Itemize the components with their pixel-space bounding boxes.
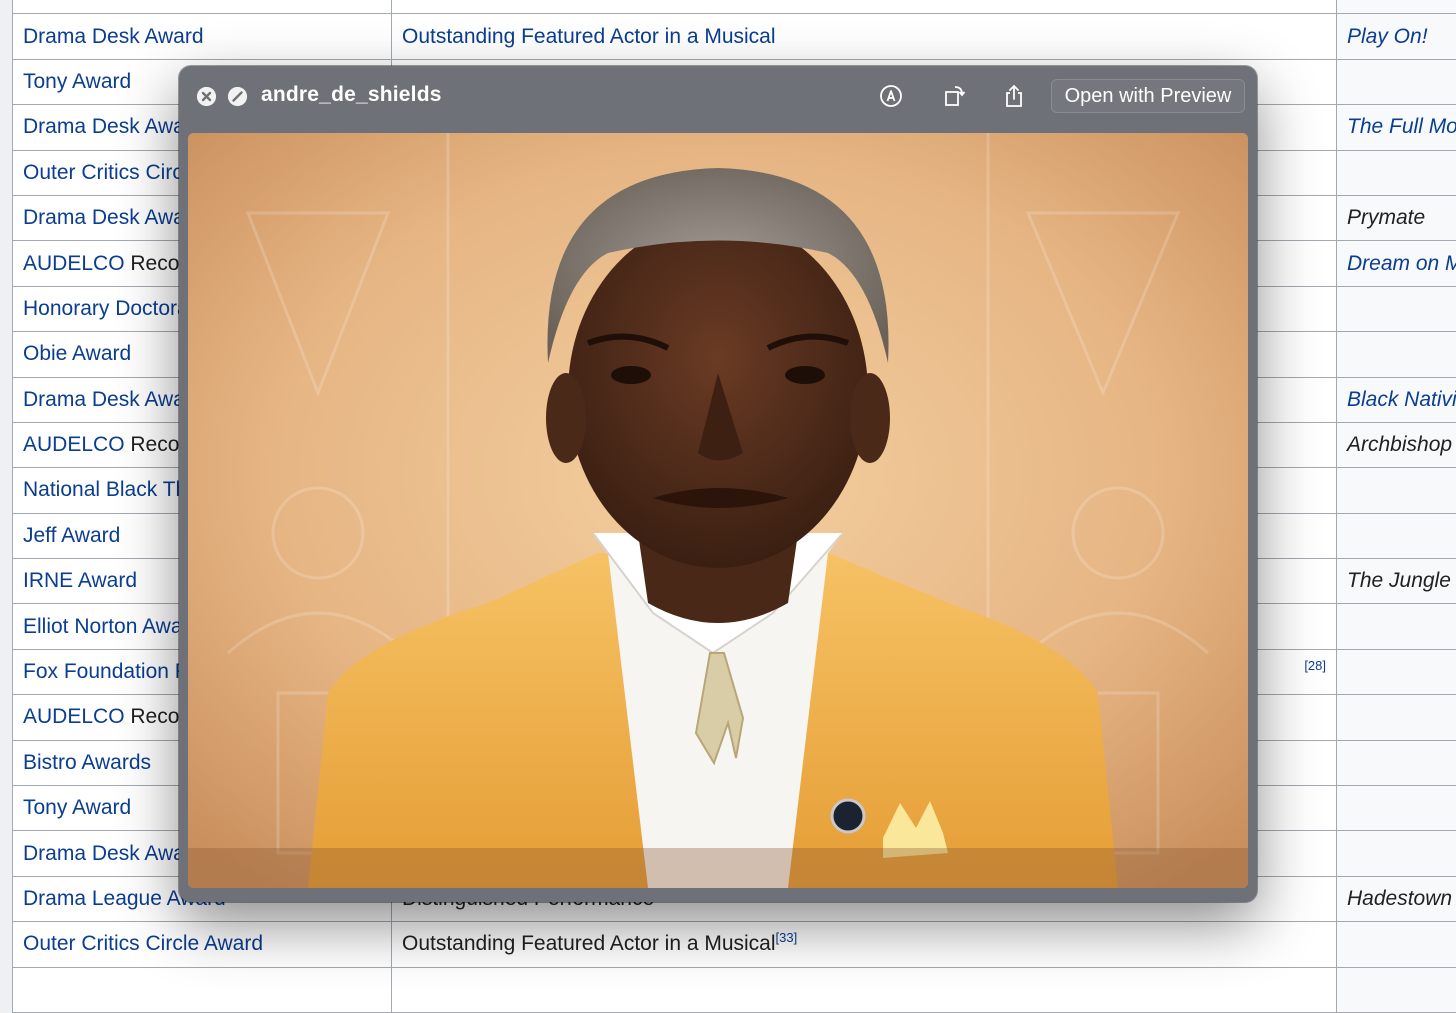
- work-cell: [1337, 59, 1456, 104]
- award-link[interactable]: Tony Award: [23, 70, 131, 93]
- work-cell: [1337, 649, 1456, 694]
- work-title: Archbishop Supreme: [1347, 433, 1456, 456]
- markup-pen-icon: [878, 83, 904, 109]
- work-cell: Dream on Monkey Mountain: [1337, 241, 1456, 286]
- award-link[interactable]: Drama Desk Award: [23, 388, 204, 411]
- award-cell: [13, 0, 392, 14]
- work-cell: [1337, 740, 1456, 785]
- award-link[interactable]: Tony Award: [23, 796, 131, 819]
- category-cell: Outstanding Featured Actor in a Musical: [392, 14, 1337, 59]
- work-title: Hadestown: [1347, 887, 1452, 910]
- image-preview: [188, 133, 1248, 888]
- work-cell: The Jungle Book: [1337, 559, 1456, 604]
- share-button[interactable]: [1000, 82, 1028, 110]
- award-cell: Outer Critics Circle Award: [13, 922, 392, 967]
- work-cell: Archbishop Supreme: [1337, 422, 1456, 467]
- award-link[interactable]: Drama Desk Award: [23, 115, 204, 138]
- category-text[interactable]: Outstanding Featured Actor in a Musical: [402, 25, 776, 48]
- award-link[interactable]: AUDELCO: [23, 252, 125, 275]
- work-cell: [1337, 831, 1456, 876]
- work-title[interactable]: Play On!: [1347, 25, 1428, 48]
- work-cell: The Full Monty: [1337, 105, 1456, 150]
- close-button[interactable]: [197, 87, 216, 106]
- category-cell: [392, 967, 1337, 1012]
- table-row: [13, 967, 1456, 1012]
- work-title[interactable]: Black Nativity: [1347, 388, 1456, 411]
- work-cell: [1337, 967, 1456, 1012]
- share-icon: [1001, 83, 1027, 109]
- citation-link[interactable]: [33]: [776, 930, 798, 945]
- work-cell: [1337, 695, 1456, 740]
- work-title: Prymate: [1347, 206, 1425, 229]
- work-cell: [1337, 150, 1456, 195]
- award-link[interactable]: Drama Desk Award: [23, 206, 204, 229]
- work-cell: Black Nativity: [1337, 377, 1456, 422]
- work-title: The Jungle Book: [1347, 569, 1456, 592]
- work-cell: [1337, 286, 1456, 331]
- work-cell: [1337, 332, 1456, 377]
- close-icon: [197, 87, 216, 106]
- award-cell: Drama Desk Award: [13, 14, 392, 59]
- table-row: [13, 0, 1456, 14]
- work-cell: Play On!: [1337, 14, 1456, 59]
- citation-link[interactable]: [28]: [1304, 658, 1326, 673]
- award-link[interactable]: Elliot Norton Award: [23, 615, 201, 638]
- award-link[interactable]: IRNE Award: [23, 569, 137, 592]
- award-link[interactable]: AUDELCO: [23, 433, 125, 456]
- work-cell: [1337, 513, 1456, 558]
- work-cell: Prymate: [1337, 195, 1456, 240]
- award-link[interactable]: Obie Award: [23, 342, 131, 365]
- work-title[interactable]: The Full Monty: [1347, 115, 1456, 138]
- category-cell: Outstanding Featured Actor in a Musical[…: [392, 922, 1337, 967]
- work-cell: [1337, 604, 1456, 649]
- rotate-icon: [941, 83, 967, 109]
- award-cell: [13, 967, 392, 1012]
- markup-button[interactable]: [877, 82, 905, 110]
- award-link[interactable]: Outer Critics Circle Award: [23, 932, 263, 955]
- open-with-preview-button[interactable]: Open with Preview: [1051, 79, 1245, 113]
- quick-look-window: andre_de_shields Open with Preview: [179, 66, 1257, 902]
- work-cell: Hadestown: [1337, 876, 1456, 921]
- fullscreen-icon: [228, 87, 247, 106]
- award-link[interactable]: AUDELCO: [23, 705, 125, 728]
- rotate-button[interactable]: [940, 82, 968, 110]
- quick-look-titlebar: andre_de_shields Open with Preview: [179, 66, 1257, 126]
- work-cell: [1337, 786, 1456, 831]
- work-cell: [1337, 0, 1456, 14]
- fullscreen-button[interactable]: [228, 87, 247, 106]
- work-cell: [1337, 922, 1456, 967]
- table-row: Drama Desk Award Outstanding Featured Act…: [13, 14, 1456, 59]
- award-link[interactable]: Drama Desk Award: [23, 25, 204, 48]
- window-title: andre_de_shields: [261, 83, 442, 107]
- award-link[interactable]: Jeff Award: [23, 524, 120, 547]
- category-cell: [392, 0, 1337, 14]
- award-link[interactable]: Bistro Awards: [23, 751, 151, 774]
- portrait-photo: [188, 133, 1248, 888]
- category-text: Outstanding Featured Actor in a Musical: [402, 932, 776, 955]
- work-cell: [1337, 468, 1456, 513]
- work-title[interactable]: Dream on Monkey Mountain: [1347, 252, 1456, 275]
- table-row: Outer Critics Circle Award Outstanding Fe…: [13, 922, 1456, 967]
- award-link[interactable]: Drama Desk Award: [23, 842, 204, 865]
